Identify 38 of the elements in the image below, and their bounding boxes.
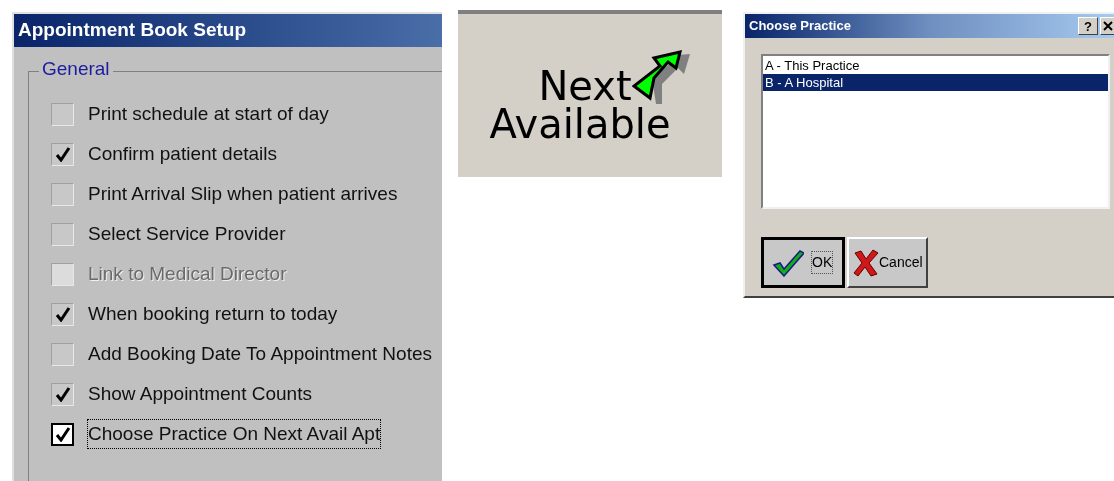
checkbox[interactable] <box>51 382 74 406</box>
option-label: Print schedule at start of day <box>88 101 329 126</box>
arrow-icon <box>631 47 692 106</box>
option-label: Confirm patient details <box>88 141 278 166</box>
list-item[interactable]: A - This Practice <box>763 57 1108 74</box>
group-label: General <box>39 59 113 78</box>
option-label: Choose Practice On Next Avail Apt <box>88 419 381 449</box>
option-label: Show Appointment Counts <box>88 381 312 406</box>
checkmark-icon <box>772 248 804 277</box>
checkbox[interactable] <box>51 222 74 246</box>
option-label: Select Service Provider <box>88 221 286 246</box>
option-label: Print Arrival Slip when patient arrives <box>88 181 398 206</box>
close-icon <box>1102 21 1113 31</box>
option-label: Link to Medical Director <box>88 261 287 286</box>
cancel-button[interactable]: Cancel <box>847 237 928 288</box>
list-item[interactable]: B - A Hospital <box>763 74 1108 91</box>
button-label: Available <box>489 103 671 144</box>
checkbox[interactable] <box>51 142 74 166</box>
checkmark-icon <box>54 386 71 402</box>
practice-list[interactable]: A - This Practice B - A Hospital <box>761 54 1110 209</box>
checkbox[interactable] <box>51 422 74 446</box>
option-label: Add Booking Date To Appointment Notes <box>88 341 432 366</box>
button-label: Next <box>538 65 632 106</box>
checkbox[interactable] <box>51 102 74 126</box>
ok-button[interactable]: OK <box>761 237 845 288</box>
close-button[interactable] <box>1100 17 1114 35</box>
cross-icon <box>853 248 879 277</box>
next-available-button[interactable]: Next Available <box>458 10 722 177</box>
checkbox[interactable] <box>51 302 74 326</box>
checkmark-icon <box>54 146 71 162</box>
help-button[interactable]: ? <box>1078 17 1098 35</box>
dialog-title: Choose Practice <box>749 17 852 36</box>
option-label: When booking return to today <box>88 301 338 326</box>
checkmark-icon <box>54 306 71 322</box>
checkbox[interactable] <box>51 342 74 366</box>
checkmark-icon <box>54 426 71 442</box>
window-title: Appointment Book Setup <box>14 14 442 47</box>
checkbox[interactable] <box>51 182 74 206</box>
